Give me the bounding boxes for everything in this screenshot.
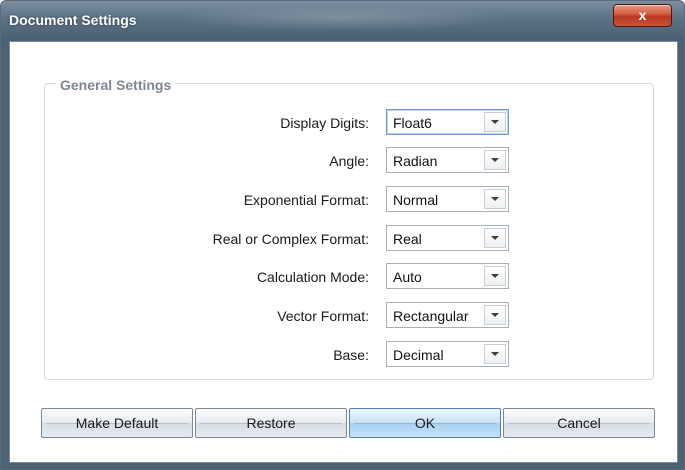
vector-format-select[interactable]: Rectangular bbox=[386, 302, 509, 328]
real-complex-format-label: Real or Complex Format: bbox=[212, 231, 369, 247]
chevron-down-icon bbox=[491, 313, 499, 317]
real-complex-format-select[interactable]: Real bbox=[386, 225, 509, 251]
chevron-down-icon bbox=[491, 236, 499, 240]
title-bar-sheen bbox=[171, 5, 511, 31]
ok-label: OK bbox=[414, 415, 436, 431]
angle-label: Angle: bbox=[329, 153, 369, 169]
dropdown-button[interactable] bbox=[484, 266, 506, 286]
calculation-mode-select[interactable]: Auto bbox=[386, 263, 509, 289]
chevron-down-icon bbox=[491, 197, 499, 201]
close-button[interactable]: x bbox=[613, 4, 672, 27]
base-value: Decimal bbox=[393, 347, 444, 363]
title-bar[interactable]: Document Settings x bbox=[1, 1, 684, 41]
chevron-down-icon bbox=[491, 352, 499, 356]
cancel-button[interactable]: Cancel bbox=[503, 408, 655, 438]
restore-button[interactable]: Restore bbox=[195, 408, 347, 438]
dropdown-button[interactable] bbox=[484, 305, 506, 325]
vector-format-value: Rectangular bbox=[393, 308, 469, 324]
chevron-down-icon bbox=[491, 120, 499, 124]
dropdown-button[interactable] bbox=[484, 228, 506, 248]
dropdown-button[interactable] bbox=[484, 150, 506, 170]
real-complex-format-value: Real bbox=[393, 231, 422, 247]
dialog-client-area: General Settings Display Digits: Float6 … bbox=[9, 41, 678, 463]
base-select[interactable]: Decimal bbox=[386, 341, 509, 367]
chevron-down-icon bbox=[491, 158, 499, 162]
document-settings-window: Document Settings x General Settings Dis… bbox=[0, 0, 685, 470]
restore-label: Restore bbox=[246, 415, 296, 431]
dropdown-button[interactable] bbox=[484, 189, 506, 209]
make-default-button[interactable]: Make Default bbox=[41, 408, 193, 438]
dropdown-button[interactable] bbox=[484, 344, 506, 364]
display-digits-value: Float6 bbox=[393, 115, 432, 131]
calculation-mode-value: Auto bbox=[393, 269, 422, 285]
vector-format-label: Vector Format: bbox=[277, 308, 369, 324]
angle-select[interactable]: Radian bbox=[386, 147, 509, 173]
window-title: Document Settings bbox=[9, 12, 137, 28]
ok-button[interactable]: OK bbox=[349, 408, 501, 438]
make-default-label: Make Default bbox=[75, 415, 159, 431]
display-digits-label: Display Digits: bbox=[280, 115, 369, 131]
group-label: General Settings bbox=[56, 77, 176, 93]
angle-value: Radian bbox=[393, 153, 438, 169]
exponential-format-select[interactable]: Normal bbox=[386, 186, 509, 212]
chevron-down-icon bbox=[491, 274, 499, 278]
cancel-label: Cancel bbox=[557, 415, 601, 431]
dropdown-button[interactable] bbox=[484, 112, 506, 132]
calculation-mode-label: Calculation Mode: bbox=[256, 269, 369, 285]
exponential-format-value: Normal bbox=[393, 192, 439, 208]
display-digits-select[interactable]: Float6 bbox=[386, 109, 509, 135]
exponential-format-label: Exponential Format: bbox=[243, 192, 369, 208]
base-label: Base: bbox=[333, 347, 369, 363]
close-icon: x bbox=[638, 7, 647, 23]
